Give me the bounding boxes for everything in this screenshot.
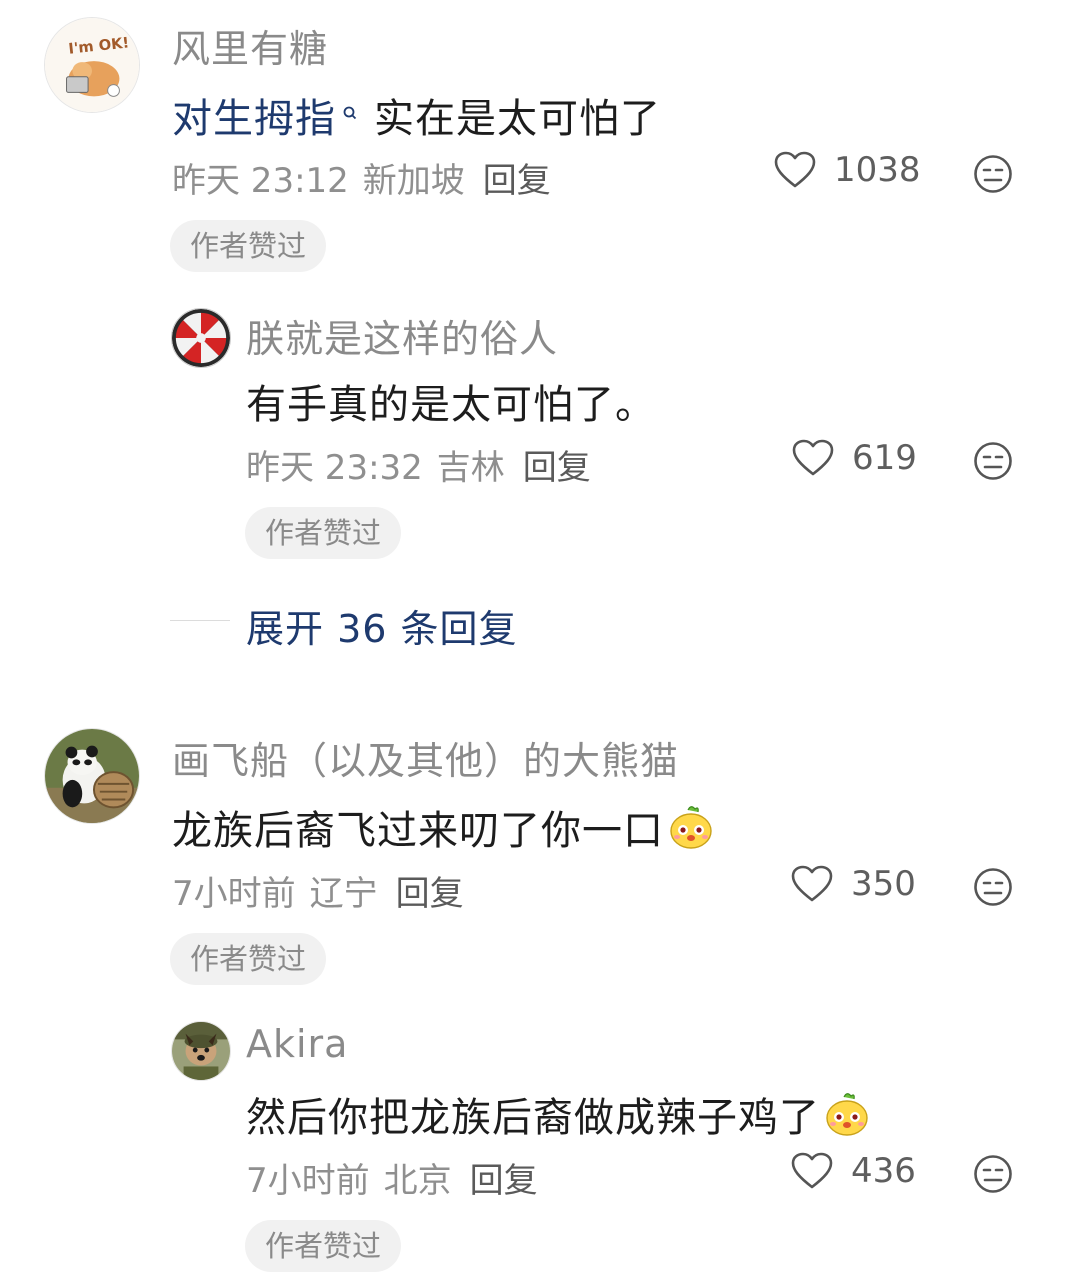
reply-text: 有手真的是太可怕了。 [246,382,656,428]
search-mini-icon [343,106,357,120]
author-liked-badge: 作者赞过 [170,220,327,272]
like-count: 1038 [834,150,921,190]
meh-face-icon[interactable] [973,867,1013,907]
comment-time: 昨天 23:12 [172,161,349,201]
reply-time: 昨天 23:32 [246,448,423,488]
like-button[interactable]: 619 [792,438,917,478]
reply-meta: 7小时前 北京 回复 [246,1153,538,1202]
comment-meta: 7小时前 辽宁 回复 [172,866,464,915]
avatar[interactable]: I'm OK! [44,17,140,113]
username[interactable]: Akira [246,1022,348,1066]
like-count: 350 [851,864,916,904]
like-button[interactable]: 350 [791,864,916,904]
reply-location: 北京 [383,1161,452,1201]
like-count: 436 [851,1151,916,1191]
reply-button[interactable]: 回复 [470,1153,538,1202]
comment-text: 龙族后裔飞过来叨了你一口 [172,798,714,856]
avatar[interactable] [171,308,231,368]
cute-bun-emoji [670,806,712,849]
username[interactable]: 朕就是这样的俗人 [246,308,558,363]
reply-button[interactable]: 回复 [483,153,551,202]
reply-meta: 昨天 23:32 吉林 回复 [246,440,591,489]
author-liked-badge: 作者赞过 [245,507,402,559]
meh-face-icon[interactable] [973,154,1013,194]
reply-time: 7小时前 [246,1161,370,1201]
comment-text: 对生拇指 实在是太可怕了 [172,86,661,144]
username[interactable]: 画飞船（以及其他）的大熊猫 [172,730,679,785]
reply-text-content: 然后你把龙族后裔做成辣子鸡了 [246,1095,820,1141]
comment-meta: 昨天 23:12 新加坡 回复 [172,153,551,202]
cute-bun-emoji [826,1093,868,1136]
expand-replies-button[interactable]: 展开 36 条回复 [246,598,518,653]
comment-location: 新加坡 [362,161,465,201]
reply-button[interactable]: 回复 [523,440,591,489]
avatar[interactable] [171,1021,231,1081]
comment-text-content: 龙族后裔飞过来叨了你一口 [172,808,664,854]
expand-divider [170,620,230,621]
avatar[interactable] [44,728,140,824]
reply-location: 吉林 [436,448,505,488]
comment-text-rest: 实在是太可怕了 [374,96,661,142]
heart-outline-icon [774,151,816,188]
meh-face-icon[interactable] [973,1154,1013,1194]
topic-link[interactable]: 对生拇指 [172,86,336,144]
like-button[interactable]: 1038 [774,150,921,190]
comment-list: I'm OK! 风里有糖 对生拇指 实在是太可怕了 昨天 23:12 新加坡 回… [0,0,1079,1278]
comment-time: 7小时前 [172,874,296,914]
heart-outline-icon [791,1152,833,1189]
reply-button[interactable]: 回复 [396,866,464,915]
username[interactable]: 风里有糖 [172,18,328,73]
heart-outline-icon [792,439,834,476]
reply-text: 然后你把龙族后裔做成辣子鸡了 [246,1085,870,1143]
comment-location: 辽宁 [309,874,378,914]
like-button[interactable]: 436 [791,1151,916,1191]
author-liked-badge: 作者赞过 [170,933,327,985]
like-count: 619 [852,438,917,478]
meh-face-icon[interactable] [973,441,1013,481]
author-liked-badge: 作者赞过 [245,1220,402,1272]
heart-outline-icon [791,865,833,902]
